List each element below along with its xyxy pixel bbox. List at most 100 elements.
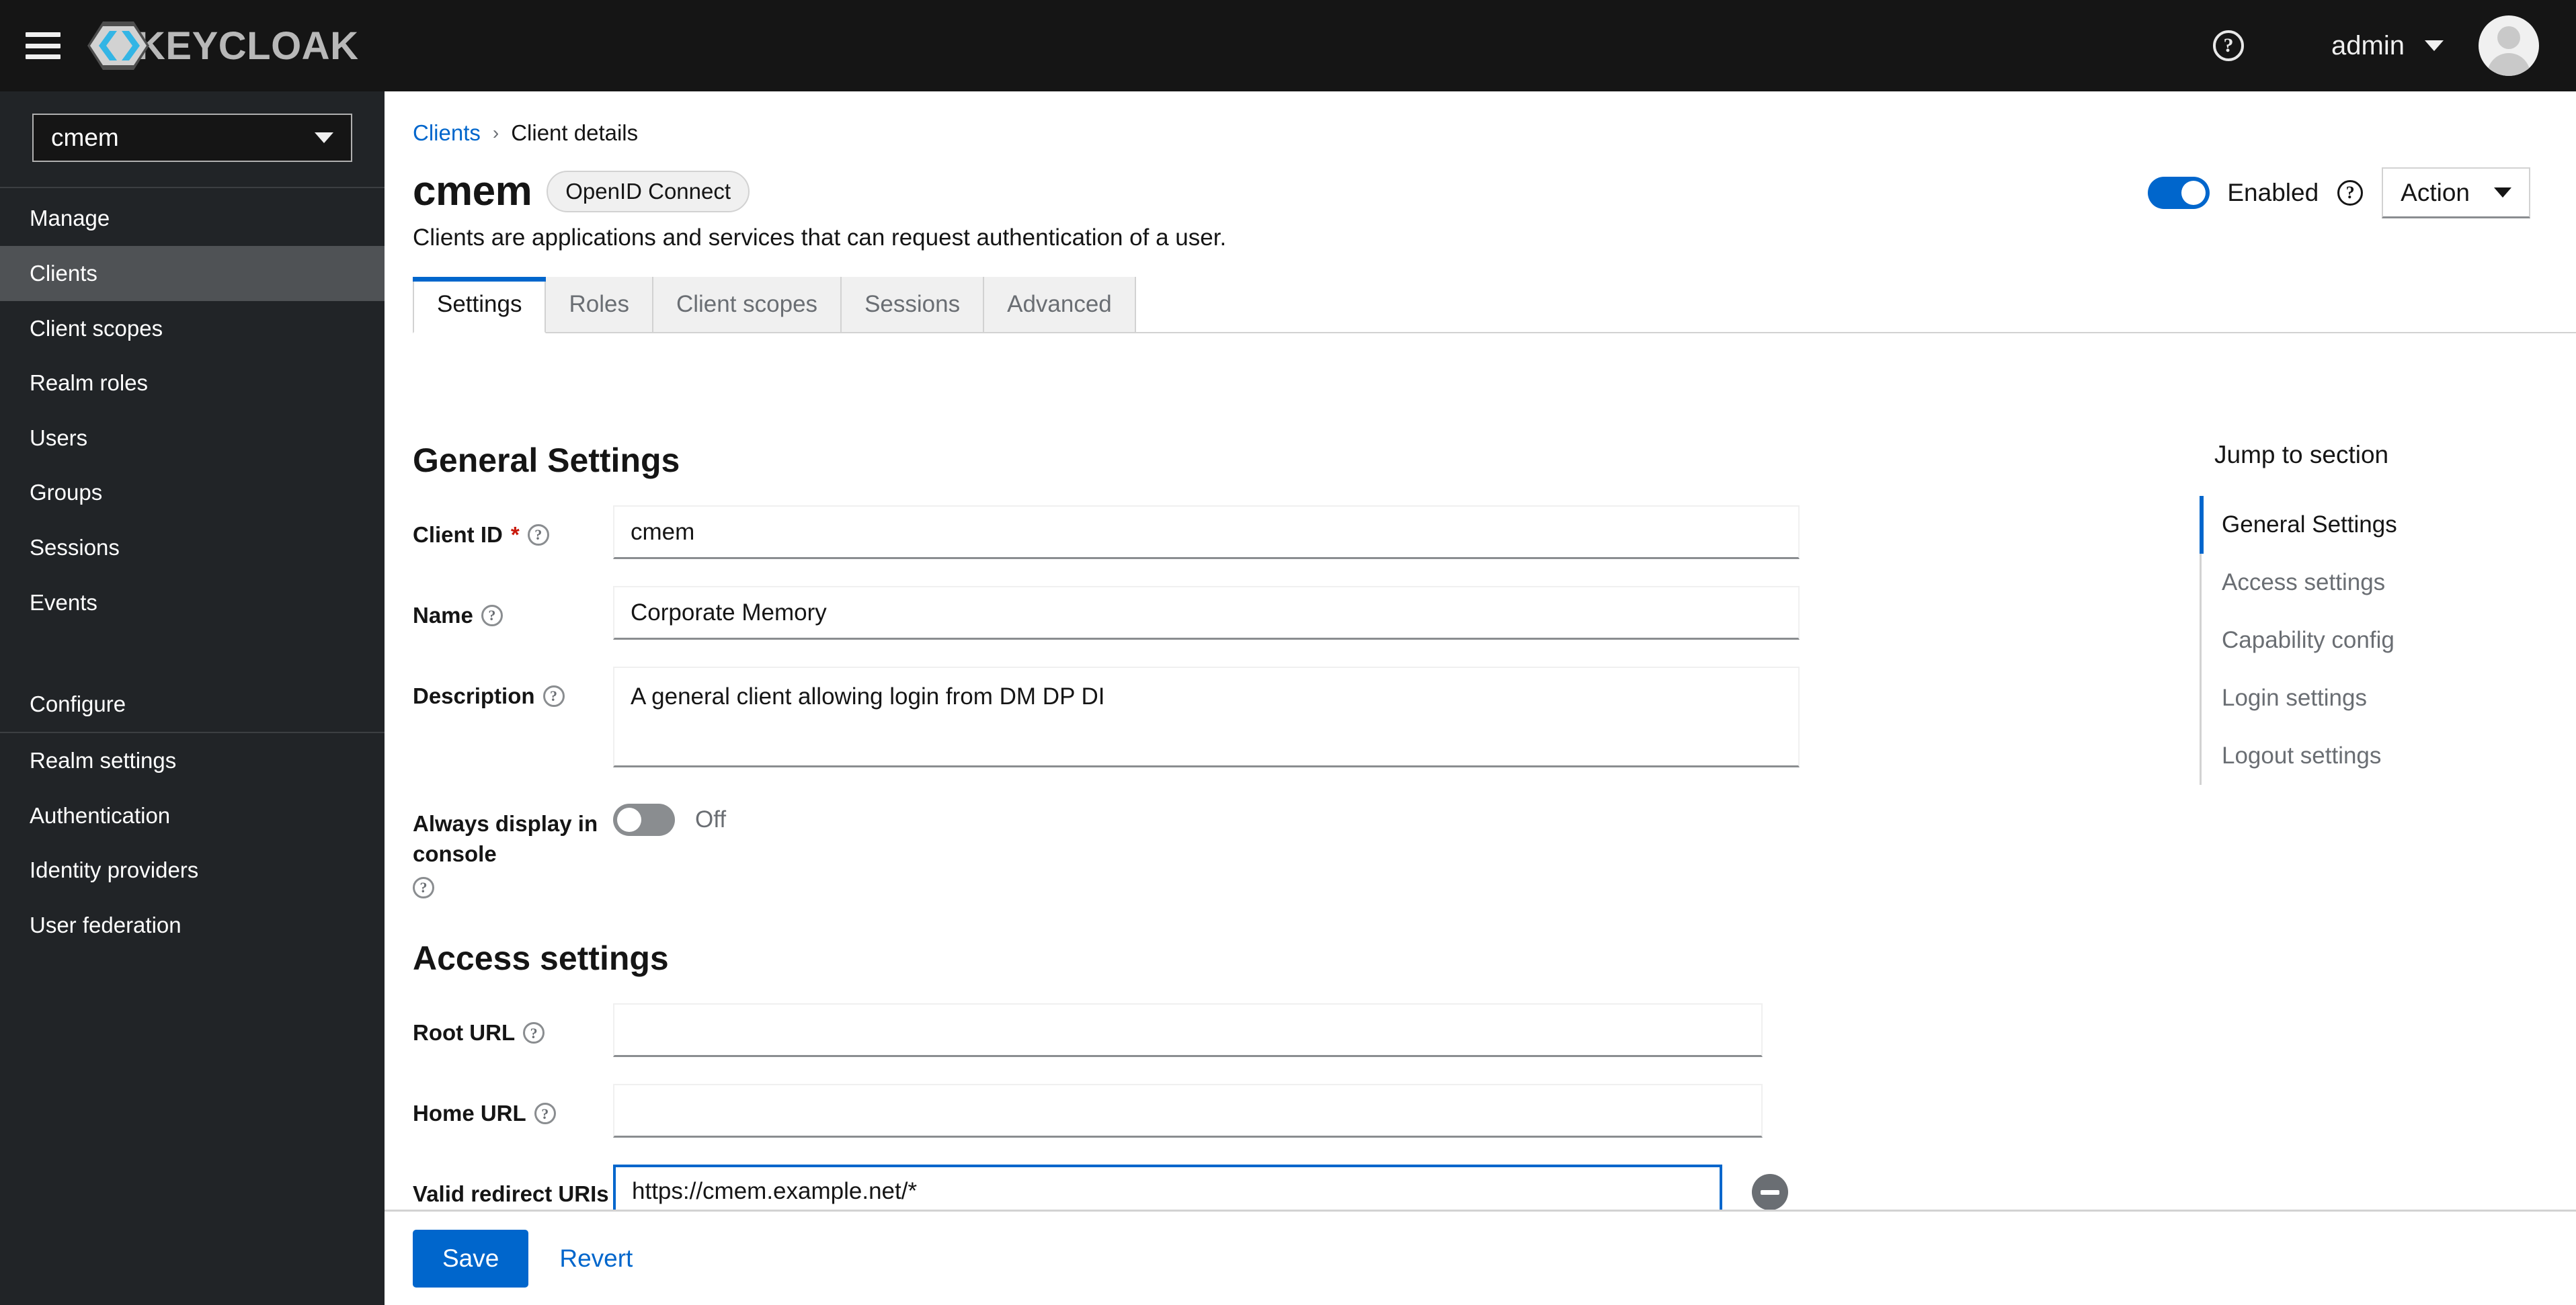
- jump-item-login-settings[interactable]: Login settings: [2202, 669, 2576, 727]
- description-textarea[interactable]: A general client allowing login from DM …: [613, 667, 1800, 767]
- name-field-wrap: [613, 586, 2200, 640]
- home-url-label-group: Home URL ?: [385, 1084, 613, 1129]
- sidebar-item-groups[interactable]: Groups: [0, 465, 385, 520]
- home-url-help-icon[interactable]: ?: [534, 1103, 556, 1125]
- home-url-input[interactable]: [613, 1084, 1763, 1138]
- tab-bar: Settings Roles Client scopes Sessions Ad…: [413, 277, 2576, 333]
- brand-text: KEYCLOAK: [137, 24, 359, 68]
- always-display-state-text: Off: [695, 806, 727, 833]
- general-settings-heading: General Settings: [413, 441, 680, 479]
- jump-to-section-title: Jump to section: [2214, 441, 2389, 468]
- always-display-toggle-row: Off: [613, 794, 726, 836]
- root-url-label: Root URL: [413, 1020, 516, 1046]
- breadcrumb-separator-icon: ›: [492, 122, 499, 143]
- enabled-label: Enabled: [2227, 179, 2319, 206]
- realm-selector-value: cmem: [51, 124, 119, 151]
- protocol-badge: OpenID Connect: [547, 170, 750, 212]
- root-url-input[interactable]: [613, 1003, 1763, 1058]
- action-dropdown-label: Action: [2401, 178, 2470, 206]
- hamburger-icon[interactable]: [26, 32, 61, 59]
- description-field-wrap: A general client allowing login from DM …: [613, 667, 2200, 767]
- admin-user-label: admin: [2331, 30, 2405, 60]
- description-help-icon[interactable]: ?: [542, 685, 565, 708]
- name-help-icon[interactable]: ?: [481, 605, 503, 627]
- form-row-home-url: Home URL ?: [385, 1084, 2200, 1138]
- always-display-label-group: Always display in console ?: [385, 794, 613, 899]
- tab-client-scopes[interactable]: Client scopes: [653, 277, 842, 332]
- save-button[interactable]: Save: [413, 1229, 529, 1288]
- action-dropdown[interactable]: Action: [2382, 167, 2530, 218]
- always-display-help-icon[interactable]: ?: [413, 877, 434, 899]
- jump-item-logout-settings[interactable]: Logout settings: [2202, 727, 2576, 785]
- form-action-bar: Save Revert: [385, 1210, 2576, 1305]
- always-display-field-wrap: Off: [613, 794, 2200, 836]
- sidebar-item-realm-settings[interactable]: Realm settings: [0, 733, 385, 788]
- keycloak-logo-icon: [87, 15, 149, 77]
- root-url-field-wrap: [613, 1003, 2200, 1058]
- jump-to-section-panel: Jump to section General Settings Access …: [2200, 441, 2576, 785]
- tab-sessions[interactable]: Sessions: [842, 277, 985, 332]
- tab-settings[interactable]: Settings: [413, 277, 547, 333]
- realm-selector-wrap: cmem: [0, 91, 385, 187]
- chevron-down-icon: [315, 132, 333, 143]
- client-id-label-group: Client ID * ?: [385, 505, 613, 550]
- main-content: Clients › Client details cmem OpenID Con…: [385, 91, 2576, 1305]
- chevron-down-icon: [2494, 187, 2511, 198]
- revert-button[interactable]: Revert: [559, 1245, 633, 1273]
- form-row-description: Description ? A general client allowing …: [385, 667, 2200, 767]
- access-settings-heading: Access settings: [413, 939, 669, 978]
- jump-to-section-list: General Settings Access settings Capabil…: [2200, 496, 2576, 785]
- tab-roles[interactable]: Roles: [546, 277, 653, 332]
- enabled-toggle[interactable]: [2148, 177, 2210, 209]
- sidebar-item-authentication[interactable]: Authentication: [0, 788, 385, 843]
- always-display-toggle[interactable]: [613, 804, 675, 836]
- enabled-help-icon[interactable]: ?: [2337, 180, 2364, 206]
- form-row-always-display: Always display in console ? Off: [385, 794, 2200, 899]
- always-display-label: Always display in console: [413, 811, 598, 866]
- sidebar-item-users[interactable]: Users: [0, 411, 385, 466]
- form-row-root-url: Root URL ?: [385, 1003, 2200, 1058]
- sidebar-item-realm-roles[interactable]: Realm roles: [0, 355, 385, 411]
- chevron-down-icon: [2425, 40, 2444, 51]
- help-circle-icon[interactable]: ?: [2213, 30, 2245, 61]
- sidebar-item-client-scopes[interactable]: Client scopes: [0, 301, 385, 356]
- jump-item-general-settings[interactable]: General Settings: [2200, 496, 2576, 554]
- admin-user-menu[interactable]: admin: [2331, 31, 2444, 61]
- page-header: cmem OpenID Connect Clients are applicat…: [385, 146, 2576, 251]
- home-url-field-wrap: [613, 1084, 2200, 1138]
- client-id-help-icon[interactable]: ?: [527, 524, 549, 546]
- page-description: Clients are applications and services th…: [413, 224, 1227, 251]
- jump-item-capability-config[interactable]: Capability config: [2202, 612, 2576, 669]
- home-url-label: Home URL: [413, 1101, 526, 1126]
- remove-redirect-uri-button[interactable]: [1752, 1174, 1788, 1211]
- breadcrumb-clients-link[interactable]: Clients: [413, 120, 481, 146]
- description-label-group: Description ?: [385, 667, 613, 712]
- brand-logo-link[interactable]: KEYCLOAK: [87, 0, 358, 91]
- client-id-field-wrap: [613, 505, 2200, 559]
- nav-group-configure-title: Configure: [30, 691, 126, 717]
- name-label-group: Name ?: [385, 586, 613, 631]
- required-asterisk: *: [510, 522, 520, 547]
- name-input[interactable]: [613, 586, 1800, 640]
- sidebar-item-user-federation[interactable]: User federation: [0, 898, 385, 953]
- sidebar-nav: cmem Manage Clients Client scopes Realm …: [0, 91, 385, 1305]
- masthead: KEYCLOAK ? admin: [0, 0, 2576, 91]
- client-id-label: Client ID: [413, 522, 503, 547]
- client-id-input[interactable]: [613, 505, 1800, 559]
- breadcrumb: Clients › Client details: [385, 91, 2576, 146]
- name-label: Name: [413, 603, 473, 628]
- root-url-help-icon[interactable]: ?: [523, 1022, 545, 1044]
- settings-form: General Settings Client ID * ? Name ?: [385, 441, 2200, 1305]
- realm-selector[interactable]: cmem: [32, 114, 352, 162]
- sidebar-item-clients[interactable]: Clients: [0, 246, 385, 301]
- form-row-name: Name ?: [385, 586, 2200, 640]
- masthead-toolbar: ? admin: [2213, 15, 2576, 76]
- sidebar-item-sessions[interactable]: Sessions: [0, 520, 385, 575]
- tab-advanced[interactable]: Advanced: [984, 277, 1136, 332]
- user-avatar-icon[interactable]: [2479, 15, 2539, 76]
- form-row-client-id: Client ID * ?: [385, 505, 2200, 559]
- valid-redirect-uris-label: Valid redirect URIs: [413, 1181, 609, 1207]
- sidebar-item-events[interactable]: Events: [0, 575, 385, 630]
- jump-item-access-settings[interactable]: Access settings: [2202, 554, 2576, 612]
- sidebar-item-identity-providers[interactable]: Identity providers: [0, 843, 385, 898]
